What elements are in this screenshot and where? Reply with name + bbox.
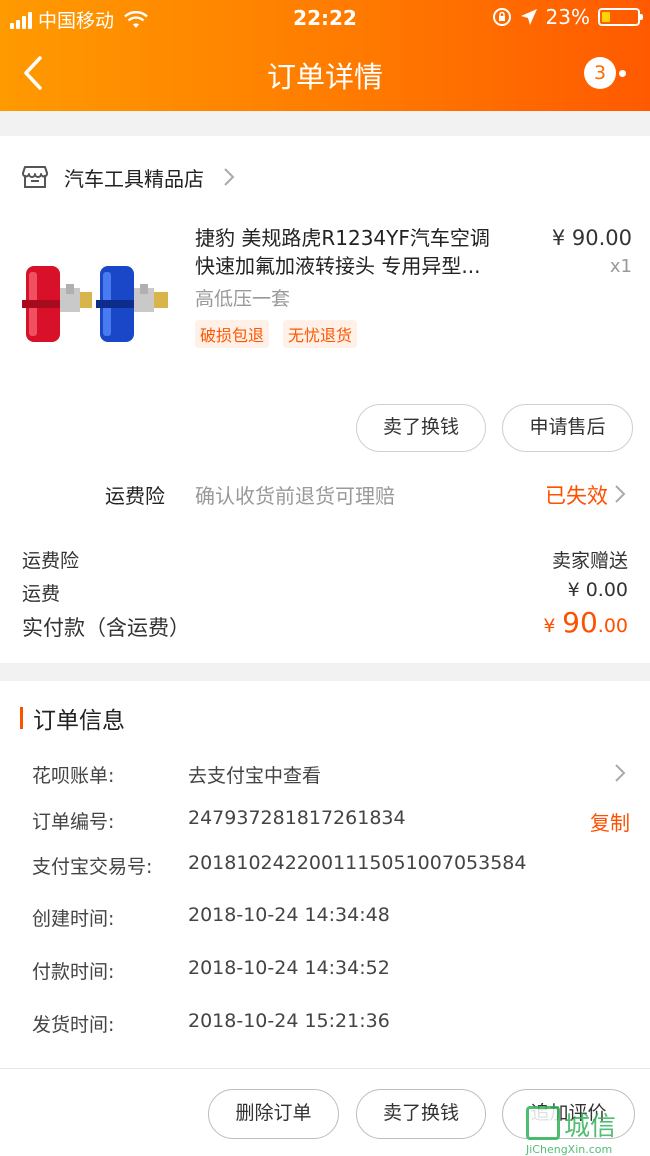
huabei-value: 去支付宝中查看 [188,765,322,787]
shipping-insurance-row[interactable]: 运费险 确认收货前退货可理赔 已失效 [0,472,650,512]
orientation-lock-icon [492,8,511,26]
watermark-chars: 城信 [564,1112,617,1142]
created-time-row: 创建时间: 2018-10-24 14:34:48 [32,904,630,934]
location-arrow-icon [520,9,537,25]
huabei-label: 花呗账单: [32,765,115,787]
created-time-label: 创建时间: [32,908,115,930]
huabei-row[interactable]: 花呗账单: 去支付宝中查看 [32,761,630,791]
product-image[interactable] [20,246,175,358]
order-number-label: 订单编号: [32,811,115,833]
product-quantity: x1 [609,256,632,277]
fee-shipping-label: 运费 [22,583,61,605]
insurance-label: 运费险 [105,484,165,508]
page-title: 订单详情 [266,60,383,94]
battery-percent: 23% [545,5,590,29]
order-number-row: 订单编号: 247937281817261834 复制 [32,807,630,837]
alipay-trade-row: 支付宝交易号: 2018102422001115051007053584 [32,852,630,882]
total-currency: ¥ [543,615,556,637]
notification-badge: 3 [584,57,616,89]
product-title[interactable]: 捷豹 美规路虎R1234YF汽车空调 快速加氟加液转接头 专用异型... [195,224,535,280]
sell-item-button[interactable]: 卖了换钱 [356,404,486,452]
chevron-right-icon [615,764,626,782]
watermark-url: JiChengXin.com [526,1143,613,1156]
paid-time-row: 付款时间: 2018-10-24 14:34:52 [32,957,630,987]
product-price: ¥ 90.00 [551,226,632,250]
fee-insurance-row: 运费险 卖家赠送 [22,546,628,573]
section-accent-bar [20,707,23,729]
sell-button[interactable]: 卖了换钱 [356,1089,486,1139]
insurance-status: 已失效 [545,484,608,508]
product-sku: 高低压一套 [195,288,291,310]
total-decimal: .00 [597,615,628,637]
shipped-time-value: 2018-10-24 15:21:36 [188,1010,390,1032]
fee-insurance-label: 运费险 [22,550,80,572]
fee-insurance-value: 卖家赠送 [551,550,628,572]
battery-icon [598,8,643,26]
status-bar: 中国移动 22:22 23% [0,0,650,36]
created-time-value: 2018-10-24 14:34:48 [188,904,390,926]
fee-shipping-value: ¥ 0.00 [567,579,628,601]
total-amount: ¥ 90.00 [543,606,628,639]
insurance-desc: 确认收货前退货可理赔 [195,484,395,508]
watermark-logo: 城信 JiChengXin.com [526,1106,644,1156]
more-button[interactable]: 3 [584,57,630,89]
store-icon [22,166,48,188]
watermark-icon [526,1106,560,1140]
total-integer: 90 [562,606,598,639]
order-item-card: 汽车工具精品店 捷豹 美规路虎R1234YF汽车空调 快速加氟加液转接头 专用异… [0,136,650,663]
order-number-value: 247937281817261834 [188,807,406,829]
shop-row[interactable]: 汽车工具精品店 [22,160,236,194]
tag-worry-free-return: 无忧退货 [283,320,358,348]
after-sale-button[interactable]: 申请售后 [502,404,633,452]
alipay-trade-value: 2018102422001115051007053584 [188,852,527,874]
total-label: 实付款（含运费） [22,616,190,640]
service-tags: 破损包退 无忧退货 [195,320,358,348]
alipay-trade-label: 支付宝交易号: [32,856,153,878]
chevron-right-icon [224,168,235,186]
paid-time-value: 2018-10-24 14:34:52 [188,957,390,979]
header: 中国移动 22:22 23% 订单详情 3 [0,0,650,111]
product-title-line2: 快速加氟加液转接头 专用异型... [195,254,481,278]
total-row: 实付款（含运费） ¥ 90.00 [22,606,628,642]
product-title-line1: 捷豹 美规路虎R1234YF汽车空调 [195,226,490,250]
fee-shipping-row: 运费 ¥ 0.00 [22,579,628,606]
shop-name: 汽车工具精品店 [64,166,204,191]
paid-time-label: 付款时间: [32,961,115,983]
copy-button[interactable]: 复制 [590,807,630,836]
shipped-time-row: 发货时间: 2018-10-24 15:21:36 [32,1010,630,1040]
delete-order-button[interactable]: 删除订单 [208,1089,339,1139]
section-title: 订单信息 [33,708,125,734]
tag-damage-return: 破损包退 [195,320,270,348]
chevron-right-icon [615,485,626,503]
shipped-time-label: 发货时间: [32,1014,115,1036]
navbar: 订单详情 3 [0,40,650,106]
